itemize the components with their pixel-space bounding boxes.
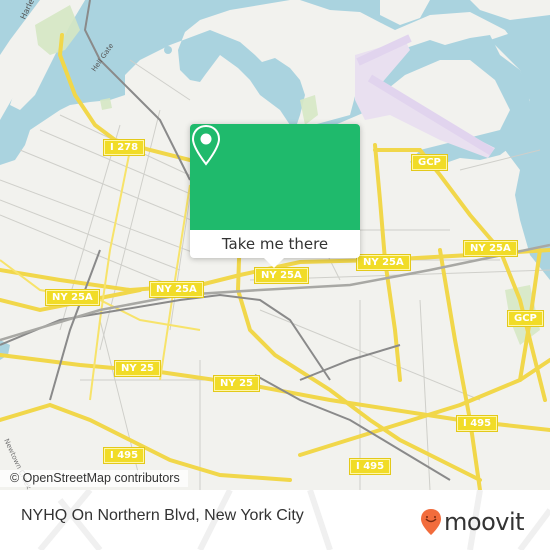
highway-shield-ny25: NY 25 bbox=[113, 360, 162, 377]
moovit-wordmark: moovit bbox=[444, 508, 525, 536]
popup-header bbox=[190, 124, 360, 230]
place-title: NYHQ On Northern Blvd, New York City bbox=[21, 507, 304, 524]
footer-bar: NYHQ On Northern Blvd, New York City moo… bbox=[0, 490, 550, 550]
highway-shield-ny25a: NY 25A bbox=[463, 240, 518, 257]
moovit-pin-icon bbox=[421, 509, 441, 535]
moovit-logo[interactable]: moovit bbox=[420, 508, 525, 536]
highway-shield-i495: I 495 bbox=[455, 415, 499, 432]
map-attribution[interactable]: © OpenStreetMap contributors bbox=[0, 470, 188, 487]
highway-shield-i495: I 495 bbox=[102, 447, 146, 464]
take-me-there-button[interactable]: Take me there bbox=[190, 230, 360, 258]
highway-shield-ny25a: NY 25A bbox=[149, 281, 204, 298]
location-pin-icon bbox=[191, 124, 221, 166]
highway-shield-i278: I 278 bbox=[102, 139, 146, 156]
highway-shield-gcp: GCP bbox=[507, 310, 544, 327]
highway-shield-ny25a: NY 25A bbox=[254, 267, 309, 284]
highway-shield-ny25a: NY 25A bbox=[356, 254, 411, 271]
map-view[interactable]: Harlem Hell Gate Newtown Creek I 278 GCP… bbox=[0, 0, 550, 490]
highway-shield-gcp: GCP bbox=[411, 154, 448, 171]
highway-shield-i495: I 495 bbox=[348, 458, 392, 475]
popup-pointer bbox=[264, 258, 284, 268]
highway-shield-ny25: NY 25 bbox=[212, 375, 261, 392]
highway-shield-ny25a: NY 25A bbox=[45, 289, 100, 306]
destination-popup: Take me there bbox=[190, 124, 360, 268]
